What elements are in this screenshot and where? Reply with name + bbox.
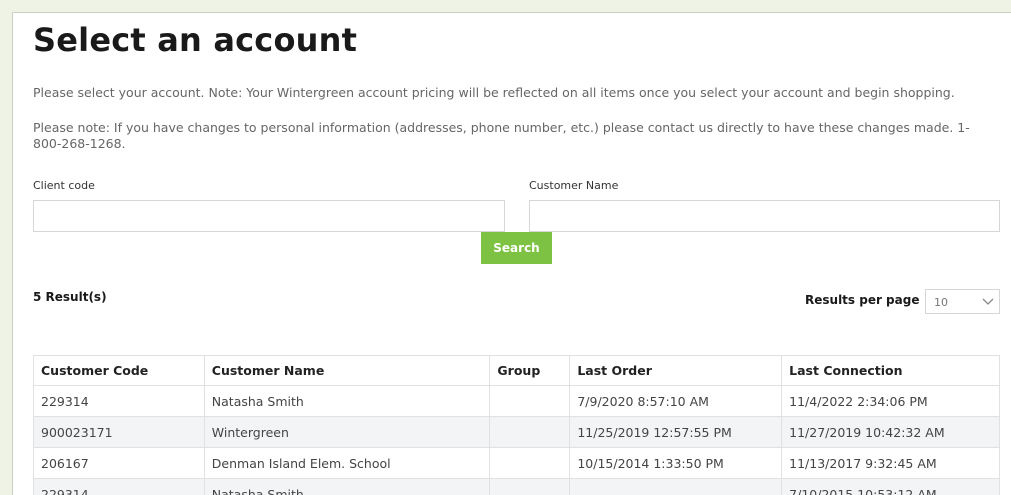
cell-customer-code: 229314: [33, 478, 205, 495]
cell-customer-code: 900023171: [33, 416, 205, 448]
cell-group: [489, 385, 571, 417]
cell-last-connection: 11/27/2019 10:42:32 AM: [781, 416, 1000, 448]
cell-group: [489, 478, 571, 495]
cell-group: [489, 447, 571, 479]
cell-last-connection: 11/4/2022 2:34:06 PM: [781, 385, 1000, 417]
header-group[interactable]: Group: [489, 355, 571, 386]
table-header-row: Customer Code Customer Name Group Last O…: [33, 355, 1000, 386]
cell-customer-name: Natasha Smith: [203, 478, 491, 495]
header-last-order[interactable]: Last Order: [569, 355, 783, 386]
cell-last-connection: 7/10/2015 10:53:12 AM: [781, 478, 1000, 495]
results-per-page-select[interactable]: 10: [925, 289, 1000, 314]
cell-customer-name: Natasha Smith: [203, 385, 491, 417]
header-customer-code[interactable]: Customer Code: [33, 355, 205, 386]
client-code-input[interactable]: [33, 200, 505, 232]
cell-last-order: 7/9/2020 8:57:10 AM: [569, 385, 783, 417]
contact-note: Please note: If you have changes to pers…: [33, 120, 970, 151]
cell-last-order: 11/25/2019 12:57:55 PM: [569, 416, 783, 448]
pricing-note: Please select your account. Note: Your W…: [33, 85, 955, 100]
header-customer-name[interactable]: Customer Name: [203, 355, 491, 386]
cell-customer-code: 206167: [33, 447, 205, 479]
results-count: 5 Result(s): [33, 290, 107, 304]
cell-last-order: -: [569, 478, 783, 495]
results-per-page-value: 10: [934, 296, 948, 309]
page-title: Select an account: [33, 21, 358, 59]
cell-customer-name: Wintergreen: [203, 416, 491, 448]
cell-customer-code: 229314: [33, 385, 205, 417]
customer-name-input[interactable]: [529, 200, 1000, 232]
header-last-connection[interactable]: Last Connection: [781, 355, 1000, 386]
chevron-down-icon: [982, 298, 994, 305]
account-panel: Select an account Please select your acc…: [12, 12, 1011, 495]
table-row[interactable]: 229314 Natasha Smith - 7/10/2015 10:53:1…: [33, 478, 1000, 495]
accounts-table: Customer Code Customer Name Group Last O…: [33, 355, 1000, 495]
table-row[interactable]: 206167 Denman Island Elem. School 10/15/…: [33, 447, 1000, 479]
search-button[interactable]: Search: [481, 232, 552, 264]
customer-name-label: Customer Name: [529, 179, 619, 192]
table-row[interactable]: 900023171 Wintergreen 11/25/2019 12:57:5…: [33, 416, 1000, 448]
client-code-label: Client code: [33, 179, 95, 192]
cell-customer-name: Denman Island Elem. School: [203, 447, 491, 479]
results-per-page-label: Results per page: [805, 293, 920, 307]
cell-last-order: 10/15/2014 1:33:50 PM: [569, 447, 783, 479]
table-row[interactable]: 229314 Natasha Smith 7/9/2020 8:57:10 AM…: [33, 385, 1000, 417]
cell-last-connection: 11/13/2017 9:32:45 AM: [781, 447, 1000, 479]
cell-group: [489, 416, 571, 448]
